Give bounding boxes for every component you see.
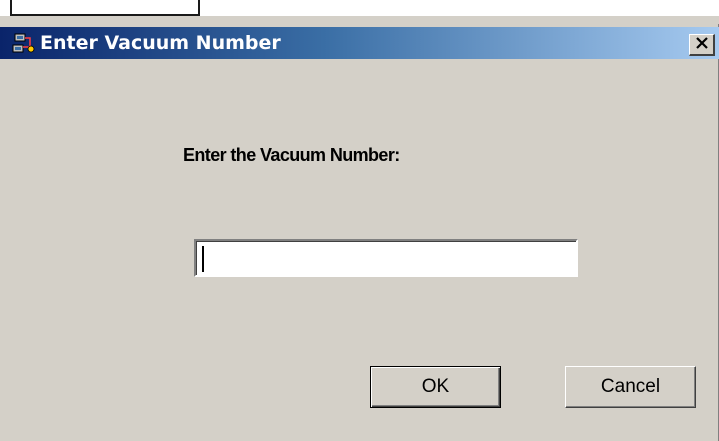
vacuum-number-prompt: Enter the Vacuum Number: [183,145,400,165]
cancel-button[interactable]: Cancel [565,366,696,408]
close-button[interactable] [689,34,715,56]
vacuum-number-input[interactable] [194,239,578,277]
cancel-button-label: Cancel [600,376,661,397]
text-caret [202,246,204,272]
vacuum-number-dialog: Enter Vacuum Number Enter the Vacuum Num… [0,24,719,441]
close-icon [695,36,709,54]
screen: Enter Vacuum Number Enter the Vacuum Num… [0,0,719,441]
dialog-titlebar[interactable]: Enter Vacuum Number [0,27,719,59]
background-strip [0,16,719,24]
dialog-title: Enter Vacuum Number [40,32,281,54]
ok-button-label: OK [421,376,450,397]
computer-network-icon [12,33,38,55]
background-window-fragment [10,0,200,16]
ok-button[interactable]: OK [370,366,501,408]
